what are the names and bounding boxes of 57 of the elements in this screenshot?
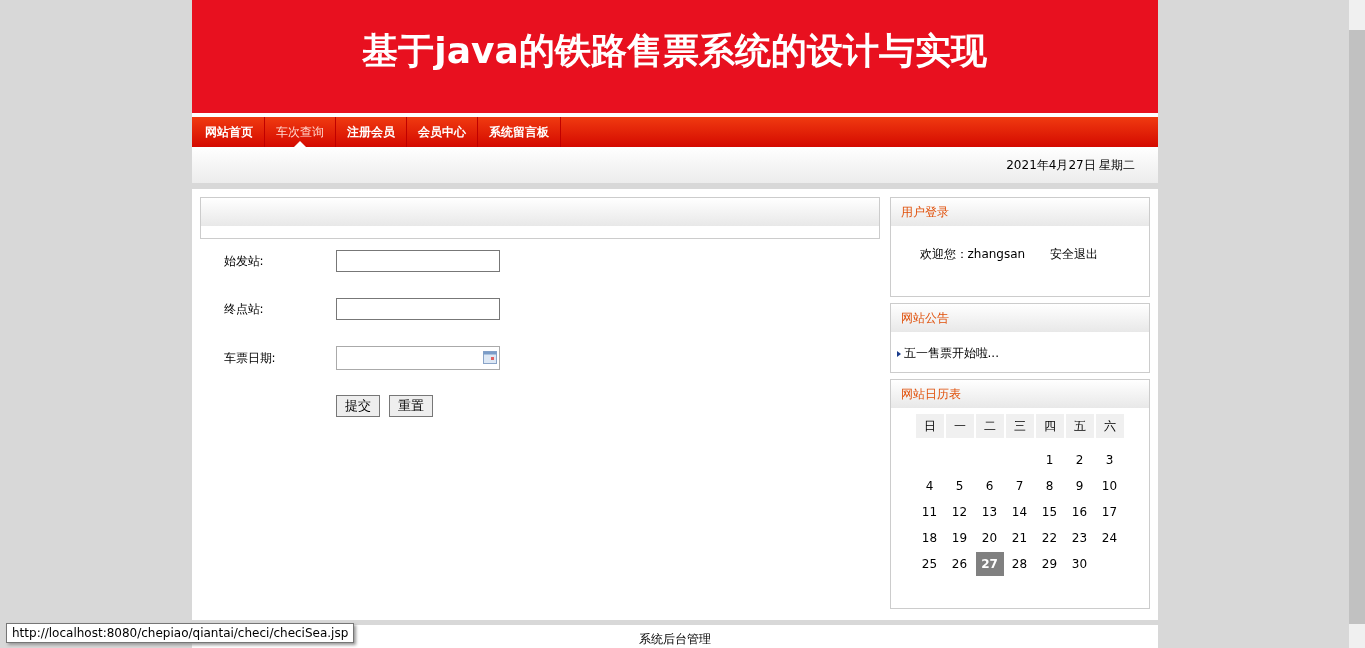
calendar-day[interactable]: 4 [915, 474, 944, 498]
welcome-text: 欢迎您：zhangsan [919, 246, 1026, 263]
field-label: 车票日期: [223, 349, 277, 367]
admin-link[interactable]: 系统后台管理 [638, 631, 711, 648]
form-button[interactable]: 重置 [388, 395, 433, 417]
calendar-day[interactable]: 29 [1035, 552, 1064, 576]
notice-link[interactable]: 五一售票开始啦... [890, 332, 1149, 362]
calendar-day[interactable]: 28 [1005, 552, 1034, 576]
weekday-header: 三 [1005, 414, 1034, 438]
field-label: 终点站: [223, 300, 265, 318]
calendar-day[interactable]: 30 [1065, 552, 1094, 576]
calendar-day[interactable]: 15 [1035, 500, 1064, 524]
input-field[interactable] [335, 250, 500, 272]
calendar-day[interactable]: 21 [1005, 526, 1034, 550]
weekday-header: 二 [975, 414, 1004, 438]
calendar-day[interactable]: 7 [1005, 474, 1034, 498]
bullet-icon [896, 350, 901, 357]
calendar-day[interactable]: 9 [1065, 474, 1094, 498]
calendar-day[interactable]: 6 [975, 474, 1004, 498]
calendar-icon[interactable] [482, 351, 497, 364]
field-label: 始发站: [223, 252, 265, 270]
calendar-day[interactable]: 1 [1035, 448, 1064, 472]
input-field[interactable] [335, 298, 500, 320]
calendar-day[interactable]: 20 [975, 526, 1004, 550]
calendar-day[interactable]: 16 [1065, 500, 1094, 524]
calendar-day[interactable]: 24 [1095, 526, 1124, 550]
calendar-day[interactable]: 19 [945, 526, 974, 550]
calendar-day[interactable]: 27 [975, 552, 1004, 576]
calendar-day[interactable]: 5 [945, 474, 974, 498]
status-url-tooltip: http://localhost:8080/chepiao/qiantai/checi/checiSea.jsp [6, 623, 355, 643]
calendar-day[interactable]: 25 [915, 552, 944, 576]
weekday-header: 四 [1035, 414, 1064, 438]
calendar-day[interactable]: 17 [1095, 500, 1124, 524]
weekday-header: 日 [915, 414, 944, 438]
logout-link[interactable]: 安全退出 [1050, 246, 1099, 263]
calendar-day[interactable]: 2 [1065, 448, 1094, 472]
calendar-day[interactable]: 22 [1035, 526, 1064, 550]
calendar-day[interactable]: 18 [915, 526, 944, 550]
site-title: 基于java的铁路售票系统的设计与实现 [362, 29, 987, 73]
panel-title: 网站日历表 [900, 385, 961, 403]
form-button[interactable]: 提交 [335, 395, 380, 417]
calendar-day[interactable]: 26 [945, 552, 974, 576]
current-date: 2021年4月27日 星期二 [1006, 156, 1136, 174]
panel-title: 用户登录 [900, 203, 949, 221]
date-field[interactable] [335, 346, 500, 370]
calendar-day[interactable]: 10 [1095, 474, 1124, 498]
calendar-day[interactable]: 13 [975, 500, 1004, 524]
calendar-day[interactable]: 11 [915, 500, 944, 524]
calendar-day[interactable]: 12 [945, 500, 974, 524]
weekday-header: 五 [1065, 414, 1094, 438]
calendar-day[interactable]: 8 [1035, 474, 1064, 498]
weekday-header: 六 [1095, 414, 1124, 438]
calendar-day[interactable]: 14 [1005, 500, 1034, 524]
calendar-day[interactable]: 23 [1065, 526, 1094, 550]
calendar-day[interactable]: 3 [1095, 448, 1124, 472]
panel-title: 网站公告 [900, 309, 949, 327]
weekday-header: 一 [945, 414, 974, 438]
